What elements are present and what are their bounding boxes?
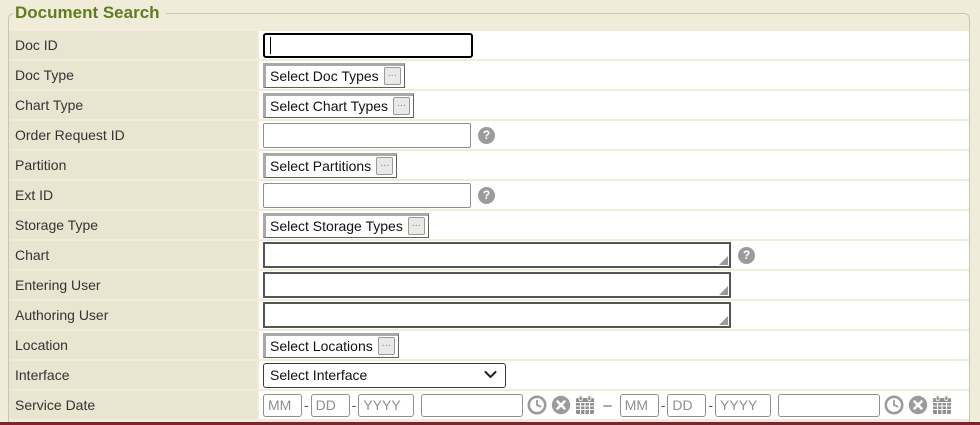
location-label: Location: [9, 331, 257, 359]
doc-type-label: Doc Type: [9, 61, 257, 89]
to-year-input[interactable]: [715, 394, 771, 417]
from-month-input[interactable]: [263, 394, 302, 417]
chart-type-ellipsis-button[interactable]: ...: [393, 97, 410, 115]
to-month-input[interactable]: [620, 394, 659, 417]
field-row-chart: Chart ?: [9, 241, 969, 269]
authoring-user-label: Authoring User: [9, 301, 257, 329]
partition-picker-label: Select Partitions: [270, 158, 371, 174]
field-row-authoring-user: Authoring User: [9, 301, 969, 329]
clear-icon[interactable]: [551, 395, 571, 415]
help-icon[interactable]: ?: [478, 127, 495, 144]
to-time-input[interactable]: [778, 394, 880, 417]
date-range-separator: –: [603, 397, 611, 414]
calendar-icon[interactable]: [575, 395, 595, 415]
help-icon[interactable]: ?: [478, 187, 495, 204]
clock-icon[interactable]: [884, 395, 904, 415]
field-row-doc-type: Doc Type Select Doc Types ...: [9, 61, 969, 89]
field-row-service-date: Service Date - -: [9, 391, 969, 419]
doc-type-picker[interactable]: Select Doc Types ...: [263, 63, 405, 88]
text-caret: [270, 37, 271, 54]
from-time-input[interactable]: [421, 394, 523, 417]
entering-user-textarea[interactable]: [263, 272, 731, 298]
location-picker-label: Select Locations: [270, 338, 373, 354]
form-rows: Doc ID Doc Type Select Doc Types ... Cha…: [9, 14, 969, 419]
doc-type-picker-label: Select Doc Types: [270, 68, 379, 84]
page-title: Document Search: [13, 3, 166, 23]
field-row-location: Location Select Locations ...: [9, 331, 969, 359]
storage-type-ellipsis-button[interactable]: ...: [408, 217, 425, 235]
date-separator: -: [708, 397, 713, 413]
field-row-order-request-id: Order Request ID ?: [9, 121, 969, 149]
location-ellipsis-button[interactable]: ...: [378, 337, 395, 355]
field-row-interface: Interface Select Interface: [9, 361, 969, 389]
chart-type-picker[interactable]: Select Chart Types ...: [263, 93, 414, 118]
authoring-user-textarea[interactable]: [263, 302, 731, 328]
document-search-fieldset: Document Search Doc ID Doc Type Select D…: [8, 13, 970, 425]
order-request-id-input[interactable]: [263, 123, 471, 148]
location-picker[interactable]: Select Locations ...: [263, 333, 399, 358]
storage-type-label: Storage Type: [9, 211, 257, 239]
storage-type-picker[interactable]: Select Storage Types ...: [263, 213, 429, 238]
partition-label: Partition: [9, 151, 257, 179]
service-date-from-group: - -: [263, 394, 595, 417]
help-icon[interactable]: ?: [738, 247, 755, 264]
field-row-entering-user: Entering User: [9, 271, 969, 299]
service-date-to-group: - -: [620, 394, 952, 417]
chart-textarea[interactable]: [263, 242, 731, 268]
date-separator: -: [661, 397, 666, 413]
interface-label: Interface: [9, 361, 257, 389]
from-year-input[interactable]: [358, 394, 414, 417]
to-day-input[interactable]: [667, 394, 706, 417]
doc-id-label: Doc ID: [9, 31, 257, 59]
from-day-input[interactable]: [311, 394, 350, 417]
partition-picker[interactable]: Select Partitions ...: [263, 153, 397, 178]
chevron-down-icon: [484, 371, 497, 379]
doc-id-input[interactable]: [263, 33, 473, 58]
ext-id-input[interactable]: [263, 183, 471, 208]
doc-type-ellipsis-button[interactable]: ...: [384, 67, 401, 85]
storage-type-picker-label: Select Storage Types: [270, 218, 403, 234]
chart-type-label: Chart Type: [9, 91, 257, 119]
clock-icon[interactable]: [527, 395, 547, 415]
interface-select[interactable]: Select Interface: [263, 363, 506, 388]
interface-select-value: Select Interface: [270, 367, 367, 383]
entering-user-label: Entering User: [9, 271, 257, 299]
calendar-icon[interactable]: [932, 395, 952, 415]
partition-ellipsis-button[interactable]: ...: [376, 157, 393, 175]
field-row-doc-id: Doc ID: [9, 31, 969, 59]
order-request-id-label: Order Request ID: [9, 121, 257, 149]
chart-type-picker-label: Select Chart Types: [270, 98, 388, 114]
date-separator: -: [304, 397, 309, 413]
field-row-ext-id: Ext ID ?: [9, 181, 969, 209]
field-row-partition: Partition Select Partitions ...: [9, 151, 969, 179]
service-date-label: Service Date: [9, 391, 257, 419]
date-separator: -: [352, 397, 357, 413]
clear-icon[interactable]: [908, 395, 928, 415]
ext-id-label: Ext ID: [9, 181, 257, 209]
chart-label: Chart: [9, 241, 257, 269]
field-row-chart-type: Chart Type Select Chart Types ...: [9, 91, 969, 119]
field-row-storage-type: Storage Type Select Storage Types ...: [9, 211, 969, 239]
